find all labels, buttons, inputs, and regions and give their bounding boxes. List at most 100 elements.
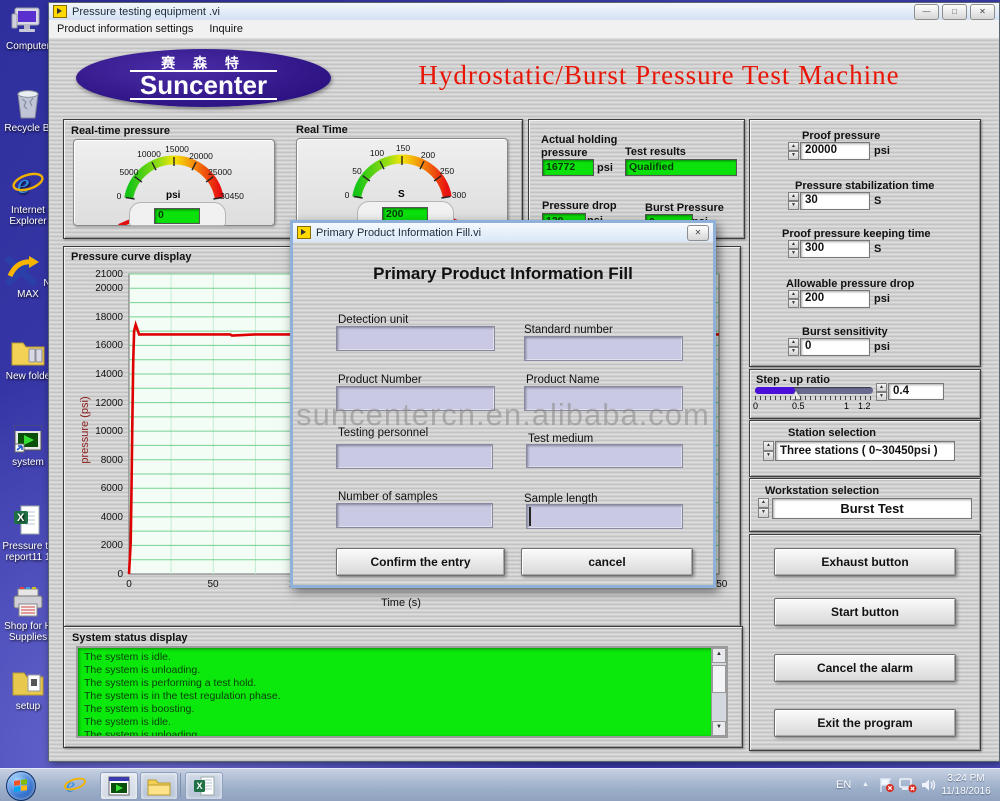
taskbar-excel[interactable]: X — [185, 772, 223, 800]
proof-pressure-spinner[interactable]: ▲▼ — [788, 142, 799, 160]
standard-number-input[interactable] — [524, 336, 683, 361]
text-cursor — [529, 507, 531, 526]
keeping-time-input[interactable]: 300 — [800, 240, 870, 258]
x-tick: 0 — [109, 579, 149, 590]
start-button[interactable]: Start button — [774, 598, 956, 626]
pressure-gauge: 0 5000 10000 15000 20000 25000 30450 psi… — [73, 139, 275, 226]
exit-program-button[interactable]: Exit the program — [774, 709, 956, 737]
tray-language[interactable]: EN — [836, 779, 851, 791]
menu-bar: Product information settings Inquire — [49, 20, 999, 39]
cancel-alarm-button[interactable]: Cancel the alarm — [774, 654, 956, 682]
y-axis-label: pressure (psi) — [79, 380, 91, 480]
dialog-titlebar[interactable]: Primary Product Information Fill.vi ✕ — [293, 223, 713, 243]
desktop-icon-setup[interactable]: setup — [1, 666, 55, 712]
number-of-samples-input[interactable] — [336, 503, 493, 528]
status-list[interactable]: The system is idle. The system is unload… — [76, 646, 728, 738]
step-ratio-slider-track[interactable] — [755, 387, 873, 394]
desktop-icon-nimax[interactable]: NI MAX — [1, 252, 55, 300]
keeping-time-spinner[interactable]: ▲▼ — [788, 240, 799, 258]
field-label: Detection unit — [338, 314, 408, 326]
spinner-up-icon: ▲ — [788, 192, 799, 201]
gauge-time-label: Real Time — [296, 124, 348, 136]
taskbar-explorer-folder[interactable] — [140, 772, 178, 800]
spinner-down-icon: ▼ — [876, 392, 887, 401]
stabilization-time-spinner[interactable]: ▲▼ — [788, 192, 799, 210]
taskbar-separator — [180, 773, 181, 797]
step-ratio-input[interactable]: 0.4 — [888, 383, 944, 400]
field-label: Product Name — [526, 374, 600, 386]
status-scrollbar[interactable]: ▲ ▼ — [711, 648, 726, 736]
y-tick: 12000 — [95, 398, 123, 409]
desktop-icon-recycle-bin[interactable]: Recycle Bi — [1, 86, 55, 134]
scroll-up-icon[interactable]: ▲ — [712, 648, 726, 663]
spinner-up-icon: ▲ — [788, 142, 799, 151]
excel-icon: X — [193, 776, 215, 796]
station-spinner[interactable]: ▲▼ — [763, 441, 774, 461]
burst-sensitivity-input[interactable]: 0 — [800, 338, 870, 356]
scroll-down-icon[interactable]: ▼ — [712, 721, 726, 736]
spinner-down-icon: ▼ — [788, 347, 799, 356]
cancel-button[interactable]: cancel — [521, 548, 693, 576]
tray-action-center-flag-icon[interactable] — [878, 777, 895, 798]
gauge-tick: 30450 — [220, 191, 244, 201]
suncenter-logo: 赛 森 特 Suncenter — [76, 49, 331, 107]
spinner-down-icon: ▼ — [788, 249, 799, 258]
confirm-entry-button[interactable]: Confirm the entry — [336, 548, 505, 576]
desktop-icon-new-folder[interactable]: New folde — [1, 336, 55, 382]
taskbar-labview-app[interactable] — [100, 772, 138, 800]
status-line: The system is in the test regulation pha… — [84, 690, 720, 703]
station-selector[interactable]: Three stations ( 0~30450psi ) — [775, 441, 955, 461]
tray-expand-icon[interactable]: ▲ — [862, 781, 869, 788]
sample-length-input[interactable] — [526, 504, 683, 529]
tray-network-icon[interactable] — [899, 777, 917, 798]
holding-pressure-unit: psi — [597, 162, 613, 174]
desktop-icon-shop-supplies[interactable]: Shop for H Supplies — [1, 586, 55, 643]
workstation-selector[interactable]: Burst Test — [772, 498, 972, 519]
test-medium-input[interactable] — [526, 444, 683, 468]
chart-title: Pressure curve display — [71, 251, 191, 263]
minimize-button[interactable]: — — [914, 4, 939, 20]
spinner-down-icon: ▼ — [788, 299, 799, 308]
y-tick: 18000 — [95, 312, 123, 323]
tray-volume-icon[interactable] — [921, 778, 937, 797]
x-axis-label: Time (s) — [381, 597, 421, 609]
menu-product-information-settings[interactable]: Product information settings — [49, 21, 201, 37]
burst-sensitivity-spinner[interactable]: ▲▼ — [788, 338, 799, 356]
desktop-icon-system[interactable]: system — [1, 424, 55, 468]
printer-icon — [10, 586, 46, 618]
detection-unit-input[interactable] — [336, 326, 495, 351]
maximize-button[interactable]: □ — [942, 4, 967, 20]
stabilization-time-input[interactable]: 30 — [800, 192, 870, 210]
testing-personnel-input[interactable] — [336, 444, 493, 469]
menu-inquire[interactable]: Inquire — [201, 21, 251, 37]
step-ratio-panel: Step - up ratio 0 0.5 1 1.2 ▲▼ 0.4 — [749, 369, 981, 419]
allowable-drop-spinner[interactable]: ▲▼ — [788, 290, 799, 308]
desktop-icon-internet-explorer[interactable]: e Internet Explorer — [1, 166, 55, 227]
holding-pressure-label: Actual holding pressure — [541, 134, 636, 160]
setting-unit: psi — [874, 293, 890, 305]
start-button[interactable] — [6, 771, 36, 801]
spinner-down-icon: ▼ — [763, 451, 774, 461]
allowable-drop-input[interactable]: 200 — [800, 290, 870, 308]
window-titlebar[interactable]: Pressure testing equipment .vi — □ ✕ — [49, 3, 999, 21]
scroll-thumb[interactable] — [712, 665, 726, 693]
tray-clock[interactable]: 3:24 PM 11/18/2016 — [936, 772, 996, 798]
exhaust-button[interactable]: Exhaust button — [774, 548, 956, 576]
dialog-close-button[interactable]: ✕ — [687, 225, 709, 241]
slider-tick: 0 — [753, 401, 758, 411]
dialog-heading: Primary Product Information Fill — [293, 264, 713, 284]
spinner-up-icon: ▲ — [763, 441, 774, 451]
close-button[interactable]: ✕ — [970, 4, 995, 20]
x-tick: 50 — [193, 579, 233, 590]
step-ratio-spinner[interactable]: ▲▼ — [876, 383, 887, 399]
proof-pressure-input[interactable]: 20000 — [800, 142, 870, 160]
desktop-icon-pressure-report[interactable]: X Pressure te report11 1 — [1, 504, 55, 563]
desktop-icon-computer[interactable]: Computer — [1, 6, 55, 52]
field-label: Standard number — [524, 324, 613, 336]
workstation-spinner[interactable]: ▲▼ — [758, 498, 769, 518]
test-results-value: Qualified — [625, 159, 737, 176]
setting-unit: S — [874, 243, 881, 255]
gauge-tick: 0 — [345, 190, 350, 200]
taskbar-ie[interactable]: e — [58, 772, 92, 798]
gauge-tick: 150 — [396, 143, 410, 153]
